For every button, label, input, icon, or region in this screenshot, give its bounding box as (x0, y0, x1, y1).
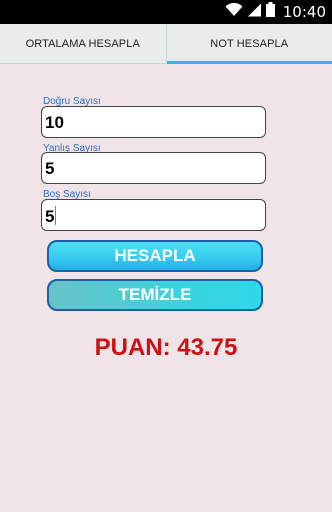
empty-count-value: 5 (45, 207, 55, 226)
correct-count-input[interactable]: 10 (41, 106, 266, 138)
text-cursor (55, 206, 57, 225)
calculate-button[interactable]: HESAPLA (47, 240, 263, 272)
wifi-icon (225, 2, 243, 22)
tab-bar: ORTALAMA HESAPLA NOT HESAPLA (0, 24, 332, 64)
score-result: PUAN: 43.75 (94, 334, 238, 361)
tab-grade[interactable]: NOT HESAPLA (165, 24, 332, 64)
clear-button[interactable]: TEMİZLE (47, 279, 263, 311)
clock: 10:40 (282, 3, 326, 21)
battery-icon (265, 2, 275, 22)
tab-average[interactable]: ORTALAMA HESAPLA (0, 24, 166, 63)
wrong-count-input[interactable]: 5 (41, 152, 266, 184)
empty-count-input[interactable]: 5 (41, 199, 266, 231)
signal-icon (247, 3, 262, 22)
status-bar: 10:40 (0, 0, 332, 24)
correct-count-value: 10 (45, 113, 64, 132)
wrong-count-value: 5 (45, 159, 55, 178)
